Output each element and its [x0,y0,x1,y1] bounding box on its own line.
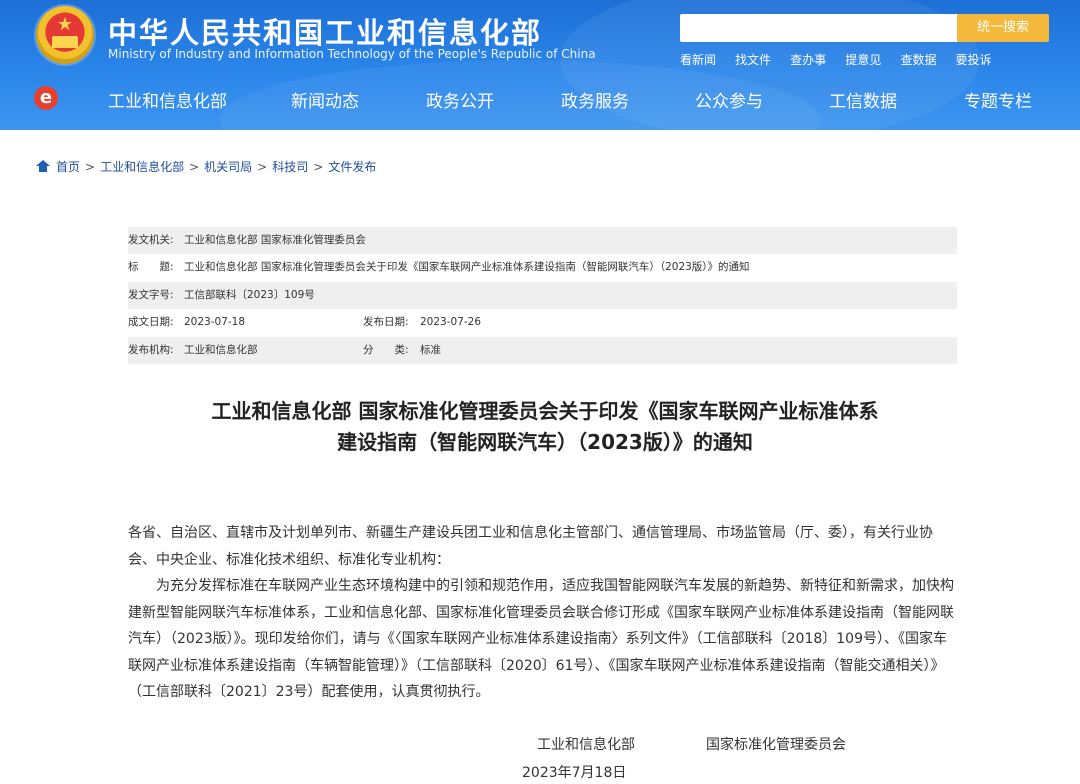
quick-links: 看新闻 找文件 查办事 提意见 查数据 要投诉 [680,49,1006,67]
article-body: 各省、自治区、直辖市及计划单列市、新疆生产建设兵团工业和信息化主管部门、通信管理… [128,520,958,706]
breadcrumb: 首页 > 工业和信息化部 > 机关司局 > 科技司 > 文件发布 [36,158,376,176]
meta-value-publish-date: 2023-07-26 [420,316,482,329]
breadcrumb-departments[interactable]: 机关司局 [204,160,252,174]
nav-gov-services[interactable]: 政务服务 [561,87,629,112]
quick-link-news[interactable]: 看新闻 [680,53,716,67]
nav-data[interactable]: 工信数据 [829,87,897,112]
document-meta-table: 发文机关: 工业和信息化部 国家标准化管理委员会 标 题: 工业和信息化部 国家… [128,227,957,364]
article-addressee: 各省、自治区、直辖市及计划单列市、新疆生产建设兵团工业和信息化主管部门、通信管理… [128,525,933,568]
nav-news[interactable]: 新闻动态 [291,87,359,112]
site-subtitle: Ministry of Industry and Information Tec… [108,47,596,61]
signer-sac: 国家标准化管理委员会 [706,737,846,753]
quick-link-complaint[interactable]: 要投诉 [956,53,992,67]
article-title-line: 建设指南（智能网联汽车）（2023版）》的通知 [337,430,753,454]
search-button[interactable]: 统一搜索 [957,14,1049,42]
meta-label: 分 类: [363,343,409,356]
meta-row-doc-number: 发文字号: 工信部联科〔2023〕109号 [128,281,957,310]
article-title: 工业和信息化部 国家标准化管理委员会关于印发《国家车联网产业标准体系 建设指南（… [120,396,970,458]
meta-value-publisher: 工业和信息化部 [184,343,258,356]
breadcrumb-separator: > [85,160,96,174]
main-nav: e 工业和信息化部 新闻动态 政务公开 政务服务 公众参与 工信数据 专题专栏 [0,84,1080,114]
nav-miit[interactable]: 工业和信息化部 [108,87,227,112]
meta-label: 发布机构: [128,343,174,356]
site-title[interactable]: 中华人民共和国工业和信息化部 [108,10,542,52]
breadcrumb-separator: > [189,160,200,174]
meta-label: 发文机关: [128,234,174,246]
star-icon: ★ [56,14,74,35]
breadcrumb-home[interactable]: 首页 [56,160,80,174]
quick-link-services[interactable]: 查办事 [790,53,826,67]
nav-gov-affairs[interactable]: 政务公开 [426,87,494,112]
search-input[interactable] [680,14,958,42]
home-icon[interactable] [36,160,50,172]
breadcrumb-tech-dept[interactable]: 科技司 [272,160,308,174]
quick-link-documents[interactable]: 找文件 [735,53,771,67]
meta-value-written-date: 2023-07-18 [184,316,246,329]
quick-link-data[interactable]: 查数据 [900,53,936,67]
meta-row-title: 标 题: 工业和信息化部 国家标准化管理委员会关于印发《国家车联网产业标准体系建… [128,254,957,281]
breadcrumb-separator: > [313,160,324,174]
article-paragraph: 为充分发挥标准在车联网产业生态环境构建中的引领和规范作用，适应我国智能网联汽车发… [128,578,954,700]
meta-label: 发文字号: [128,288,174,301]
nav-topics[interactable]: 专题专栏 [964,87,1032,112]
gate-icon [52,36,78,48]
meta-row-dates: 成文日期: 2023-07-18 发布日期: 2023-07-26 [128,309,957,336]
breadcrumb-separator: > [257,160,268,174]
national-emblem-icon[interactable]: ★ [36,6,94,64]
site-header: ★ 中华人民共和国工业和信息化部 Ministry of Industry an… [0,0,1080,130]
meta-value-category: 标准 [420,343,441,356]
signing-date: 2023年7月18日 [522,765,627,781]
breadcrumb-miit[interactable]: 工业和信息化部 [100,160,184,174]
signer-miit: 工业和信息化部 [537,737,635,753]
article-title-line: 工业和信息化部 国家标准化管理委员会关于印发《国家车联网产业标准体系 [211,399,879,423]
nav-public-participation[interactable]: 公众参与 [695,87,763,112]
meta-value-issuer: 工业和信息化部 国家标准化管理委员会 [184,234,366,246]
e-logo-icon[interactable]: e [34,86,58,110]
meta-value-title: 工业和信息化部 国家标准化管理委员会关于印发《国家车联网产业标准体系建设指南（智… [184,261,750,274]
meta-label: 成文日期: [128,316,174,329]
meta-label: 发布日期: [363,316,409,329]
quick-link-feedback[interactable]: 提意见 [845,53,881,67]
meta-row-issuer: 发文机关: 工业和信息化部 国家标准化管理委员会 [128,227,957,255]
meta-row-publisher: 发布机构: 工业和信息化部 分 类: 标准 [128,336,957,364]
meta-value-doc-number: 工信部联科〔2023〕109号 [184,288,315,301]
breadcrumb-file-release[interactable]: 文件发布 [328,160,376,174]
meta-label: 标 题: [128,261,174,274]
